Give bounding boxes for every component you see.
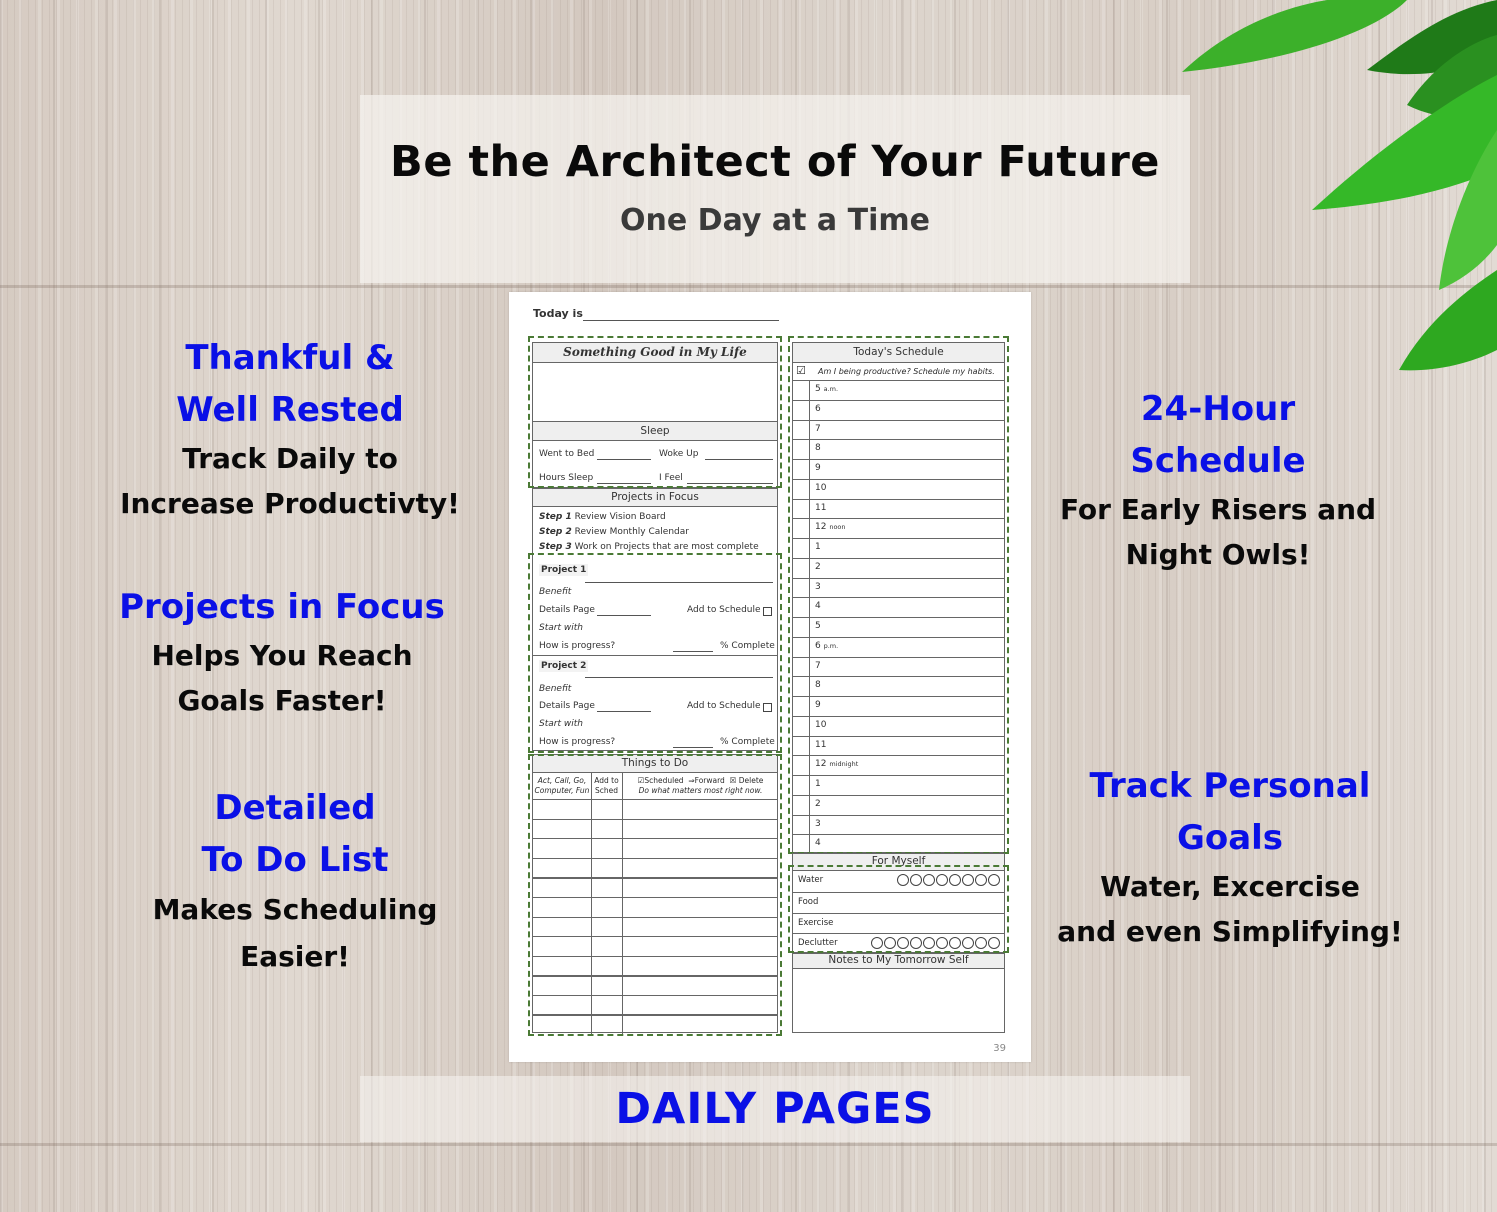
feature-title: Track Personal Goals [1089,766,1371,858]
todo-dashed-frame [528,754,782,1036]
step-1: Step 1 Review Vision Board [539,512,666,522]
step-label: Step 1 [539,512,572,522]
step-2: Step 2 Review Monthly Calendar [539,527,689,537]
footer-title: DAILY PAGES [615,1084,935,1134]
step-text: Review Vision Board [574,512,666,522]
leaf [1367,0,1497,75]
feature-goals: Track Personal Goals Water, Excercise an… [1030,760,1430,954]
feature-desc: Water, Excercise and even Simplifying! [1057,870,1403,948]
main-title: Be the Architect of Your Future [390,137,1160,187]
step-3: Step 3 Work on Projects that are most co… [539,542,759,552]
footer-band: DAILY PAGES [360,1076,1190,1142]
page-number: 39 [993,1043,1006,1054]
feature-schedule: 24-Hour Schedule For Early Risers and Ni… [1018,383,1418,577]
leaves-decoration [1182,0,1497,371]
step-text: Review Monthly Calendar [574,527,689,537]
projects-dashed-frame [528,553,782,753]
feature-desc: Makes Scheduling Easier! [152,893,438,973]
feature-desc: Track Daily to Increase Productivty! [120,442,460,520]
sleep-dashed-frame [528,336,782,488]
today-label: Today is [533,307,583,320]
step-label: Step 2 [539,527,572,537]
leaf [1407,35,1497,117]
planner-page: Today is Something Good in My Life Sleep… [509,292,1031,1062]
header-band: Be the Architect of Your Future One Day … [360,95,1190,283]
wood-seam [0,1143,1497,1146]
leaf [1312,75,1497,210]
for-myself-dashed-frame [788,865,1009,953]
notes-box: Notes to My Tomorrow Self [792,953,1005,1033]
feature-title: Projects in Focus [119,587,445,627]
feature-desc: Helps You Reach Goals Faster! [151,639,413,717]
feature-thankful: Thankful & Well Rested Track Daily to In… [90,332,490,526]
notes-header: Notes to My Tomorrow Self [793,954,1004,969]
feature-desc: For Early Risers and Night Owls! [1059,493,1377,571]
today-input-line[interactable] [583,320,779,321]
schedule-dashed-frame [788,336,1009,854]
feature-projects: Projects in Focus Helps You Reach Goals … [82,581,482,723]
leaf [1182,0,1407,72]
wood-seam [0,285,1497,288]
step-text: Work on Projects that are most complete [574,542,759,552]
subtitle: One Day at a Time [620,203,930,238]
feature-title: Thankful & Well Rested [176,338,404,430]
notes-writing-area[interactable] [793,969,1004,1034]
feature-title: 24-Hour Schedule [1130,389,1306,481]
feature-title: Detailed To Do List [201,788,389,880]
step-label: Step 3 [539,542,572,552]
projects-header: Projects in Focus [533,489,777,507]
leaf [1439,130,1497,290]
feature-todo: Detailed To Do List Makes Scheduling Eas… [95,782,495,980]
